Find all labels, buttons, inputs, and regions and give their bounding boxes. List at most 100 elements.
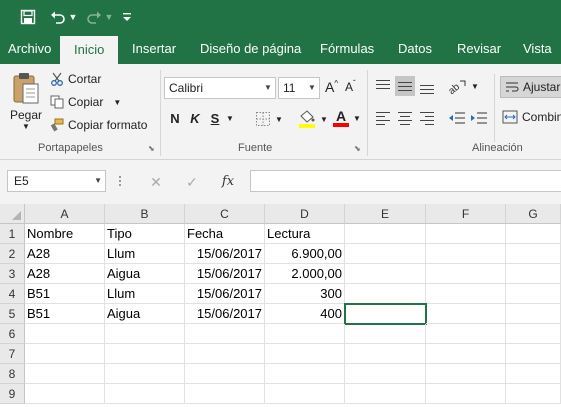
cell-d4[interactable]: 300: [265, 284, 345, 304]
undo-dropdown-icon[interactable]: ▼: [68, 6, 78, 28]
cell-e5[interactable]: [344, 303, 427, 325]
cell-e2[interactable]: [345, 244, 426, 264]
cell-b2[interactable]: Llum: [105, 244, 185, 264]
row-header[interactable]: 2: [0, 244, 25, 264]
tab-archivo[interactable]: Archivo: [8, 34, 51, 64]
italic-button[interactable]: K: [188, 110, 202, 128]
cell-g8[interactable]: [506, 364, 561, 384]
cell-g7[interactable]: [506, 344, 561, 364]
cell-f4[interactable]: [426, 284, 506, 304]
cell-d1[interactable]: Lectura: [265, 224, 345, 244]
row-header[interactable]: 7: [0, 344, 25, 364]
cell-f1[interactable]: [426, 224, 506, 244]
cell-d5[interactable]: 400: [265, 304, 345, 324]
cell-b4[interactable]: Llum: [105, 284, 185, 304]
merge-center-button[interactable]: Combin: [502, 110, 561, 124]
row-header[interactable]: 6: [0, 324, 25, 344]
cell-f5[interactable]: [426, 304, 506, 324]
cell-a5[interactable]: B51: [25, 304, 105, 324]
redo-icon[interactable]: [84, 6, 104, 28]
align-right-icon[interactable]: [417, 108, 437, 128]
save-icon[interactable]: [17, 6, 39, 28]
tab-inicio[interactable]: Inicio: [60, 36, 119, 64]
cell-c4[interactable]: 15/06/2017: [185, 284, 265, 304]
cell-d6[interactable]: [265, 324, 345, 344]
cell-b8[interactable]: [105, 364, 185, 384]
clipboard-dialog-launcher-icon[interactable]: ⬊: [148, 144, 157, 153]
paste-button[interactable]: Pegar ▼: [8, 72, 44, 131]
redo-dropdown-icon[interactable]: ▼: [104, 6, 114, 28]
bold-button[interactable]: N: [168, 110, 182, 128]
cell-a9[interactable]: [25, 384, 105, 404]
cell-f6[interactable]: [426, 324, 506, 344]
cell-b1[interactable]: Tipo: [105, 224, 185, 244]
customize-toolbar-icon[interactable]: [120, 6, 134, 28]
row-header[interactable]: 3: [0, 264, 25, 284]
cell-a7[interactable]: [25, 344, 105, 364]
formula-bar-splitter-icon[interactable]: [118, 174, 122, 188]
cell-a6[interactable]: [25, 324, 105, 344]
cell-e1[interactable]: [345, 224, 426, 244]
increase-font-size-button[interactable]: A ^: [325, 79, 338, 96]
cell-c2[interactable]: 15/06/2017: [185, 244, 265, 264]
fill-color-button[interactable]: ▼: [298, 109, 328, 129]
cell-g3[interactable]: [506, 264, 561, 284]
font-name-select[interactable]: Calibri ▼: [164, 77, 276, 99]
borders-button[interactable]: ▼: [255, 111, 283, 127]
cancel-icon[interactable]: ✕: [145, 172, 167, 192]
cell-g5[interactable]: [506, 304, 561, 324]
formula-input[interactable]: [250, 170, 561, 192]
column-header[interactable]: G: [506, 204, 561, 224]
cell-d3[interactable]: 2.000,00: [265, 264, 345, 284]
column-header[interactable]: A: [25, 204, 105, 224]
cell-d2[interactable]: 6.900,00: [265, 244, 345, 264]
row-header[interactable]: 9: [0, 384, 25, 404]
cell-c9[interactable]: [185, 384, 265, 404]
cell-a2[interactable]: A28: [25, 244, 105, 264]
cell-b9[interactable]: [105, 384, 185, 404]
increase-indent-button[interactable]: [470, 110, 488, 126]
align-center-icon[interactable]: [395, 108, 415, 128]
row-header[interactable]: 4: [0, 284, 25, 304]
cell-g2[interactable]: [506, 244, 561, 264]
cell-c3[interactable]: 15/06/2017: [185, 264, 265, 284]
copy-button[interactable]: Copiar ▼: [50, 95, 121, 109]
underline-dropdown-icon[interactable]: ▼: [226, 114, 234, 123]
cell-c6[interactable]: [185, 324, 265, 344]
cell-f2[interactable]: [426, 244, 506, 264]
cell-a1[interactable]: Nombre: [25, 224, 105, 244]
font-color-button[interactable]: A ▼: [333, 109, 361, 127]
cell-b6[interactable]: [105, 324, 185, 344]
cell-g1[interactable]: [506, 224, 561, 244]
tab-datos[interactable]: Datos: [398, 34, 432, 64]
enter-check-icon[interactable]: ✓: [181, 172, 203, 192]
decrease-indent-button[interactable]: [448, 110, 466, 126]
cell-a3[interactable]: A28: [25, 264, 105, 284]
underline-button[interactable]: S: [208, 110, 222, 128]
tab-vista[interactable]: Vista: [523, 34, 552, 64]
undo-icon[interactable]: [48, 6, 68, 28]
cell-e9[interactable]: [345, 384, 426, 404]
tab-diseno-de-pagina[interactable]: Diseño de página: [200, 34, 301, 64]
cell-d7[interactable]: [265, 344, 345, 364]
name-box[interactable]: E5 ▼: [7, 170, 106, 192]
cell-e4[interactable]: [345, 284, 426, 304]
cell-g9[interactable]: [506, 384, 561, 404]
select-all-button[interactable]: [0, 204, 25, 224]
cell-a8[interactable]: [25, 364, 105, 384]
cell-e3[interactable]: [345, 264, 426, 284]
cell-f3[interactable]: [426, 264, 506, 284]
cell-d8[interactable]: [265, 364, 345, 384]
cell-g4[interactable]: [506, 284, 561, 304]
row-header[interactable]: 5: [0, 304, 25, 324]
cell-c5[interactable]: 15/06/2017: [185, 304, 265, 324]
font-size-select[interactable]: 11 ▼: [278, 77, 320, 99]
cell-c1[interactable]: Fecha: [185, 224, 265, 244]
insert-function-icon[interactable]: fx: [217, 172, 239, 192]
cell-e6[interactable]: [345, 324, 426, 344]
cell-b5[interactable]: Aigua: [105, 304, 185, 324]
cell-e7[interactable]: [345, 344, 426, 364]
cell-g6[interactable]: [506, 324, 561, 344]
align-bottom-icon[interactable]: [417, 76, 437, 96]
tab-insertar[interactable]: Insertar: [132, 34, 176, 64]
